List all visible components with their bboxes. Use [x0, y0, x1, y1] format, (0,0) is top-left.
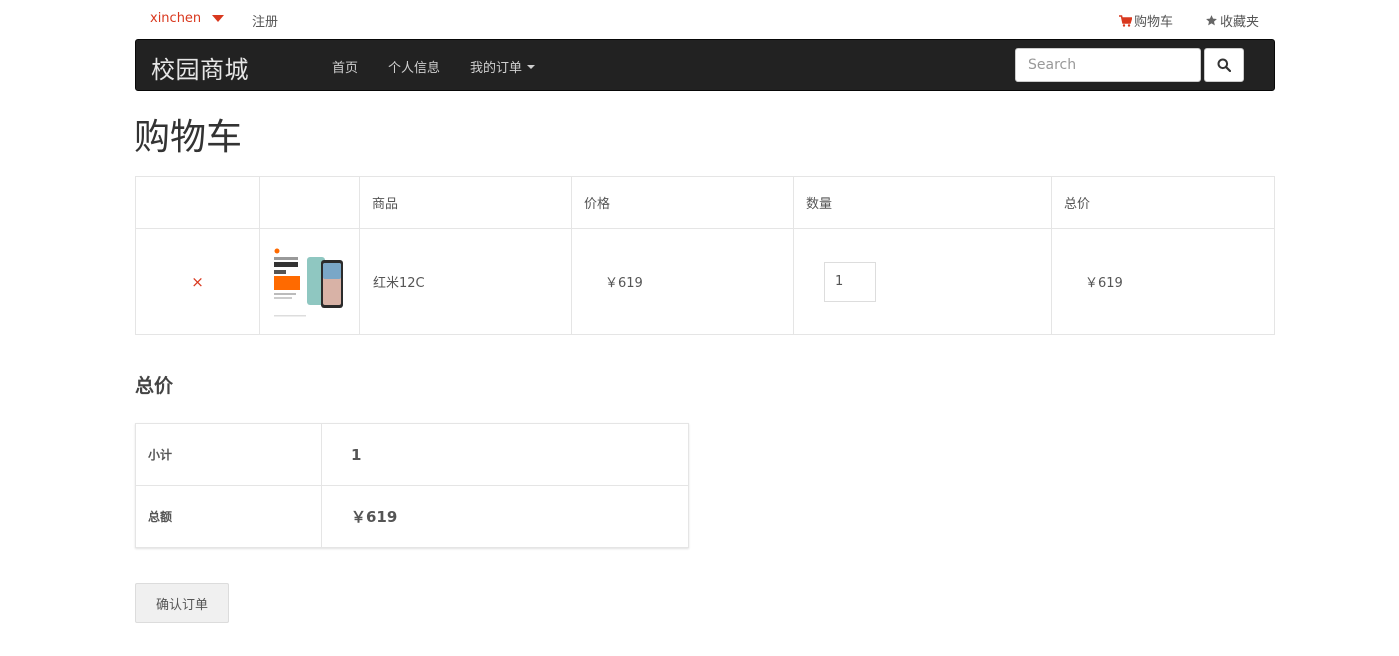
page-title: 购物车: [134, 117, 243, 158]
favorites-link[interactable]: 收藏夹: [1205, 11, 1259, 30]
header-thumbnail: [259, 176, 360, 229]
nav-item-orders-label: 我的订单: [470, 61, 523, 76]
nav-item-profile[interactable]: 个人信息: [388, 57, 440, 76]
chevron-down-icon: [527, 64, 536, 69]
product-image: [273, 242, 345, 321]
subtotal-value: 1: [321, 423, 689, 486]
nav-item-orders[interactable]: 我的订单: [470, 57, 536, 76]
navbar: 校园商城 首页 个人信息 我的订单: [135, 39, 1275, 91]
header-remove: [135, 176, 260, 229]
favorites-link-label: 收藏夹: [1220, 15, 1260, 30]
cart-table-header: 商品 价格 数量 总价: [135, 176, 1275, 229]
quantity-input[interactable]: [824, 261, 876, 302]
remove-item-icon[interactable]: ×: [191, 273, 204, 291]
table-row: × 红米12C ￥619 1 ￥619: [135, 228, 1275, 335]
confirm-order-button[interactable]: 确认订单: [135, 583, 229, 623]
product-price: ￥619: [571, 228, 794, 335]
search-input[interactable]: [1015, 48, 1201, 82]
user-name: xinchen: [150, 11, 202, 26]
header-price: 价格: [571, 176, 794, 229]
quantity-cell: [793, 228, 1052, 335]
brand-logo[interactable]: 校园商城: [151, 50, 249, 85]
remove-cell: ×: [135, 228, 260, 335]
amount-row: 总额 ￥619: [135, 485, 689, 548]
user-menu[interactable]: xinchen: [150, 11, 225, 26]
cart-link[interactable]: 购物车: [1119, 11, 1173, 30]
subtotal-label: 小计: [135, 423, 322, 486]
totals-title: 总价: [135, 375, 174, 397]
register-link[interactable]: 注册: [252, 11, 278, 30]
cart-link-label: 购物车: [1134, 15, 1174, 30]
header-quantity: 数量: [793, 176, 1052, 229]
shopping-cart-icon: [1119, 14, 1132, 27]
amount-label: 总额: [135, 485, 322, 548]
top-bar: xinchen 注册 购物车 收藏夹: [135, 0, 1275, 38]
nav-item-home[interactable]: 首页: [332, 57, 358, 76]
search-icon: [1217, 58, 1231, 72]
chevron-down-icon: [212, 15, 225, 22]
product-name[interactable]: 红米12C: [359, 228, 572, 335]
cart-table: 商品 价格 数量 总价 × 红米12C ￥619 1 ￥619: [135, 176, 1275, 335]
row-total: ￥619: [1051, 228, 1275, 335]
header-product: 商品: [359, 176, 572, 229]
header-total: 总价: [1051, 176, 1275, 229]
star-icon: [1206, 15, 1217, 26]
product-thumbnail[interactable]: [273, 242, 345, 321]
subtotal-row: 小计 1: [135, 423, 689, 486]
thumbnail-cell: [259, 228, 360, 335]
totals-table: 小计 1 总额 ￥619: [135, 423, 689, 548]
amount-value: ￥619: [321, 485, 689, 548]
search-button[interactable]: [1204, 48, 1244, 82]
